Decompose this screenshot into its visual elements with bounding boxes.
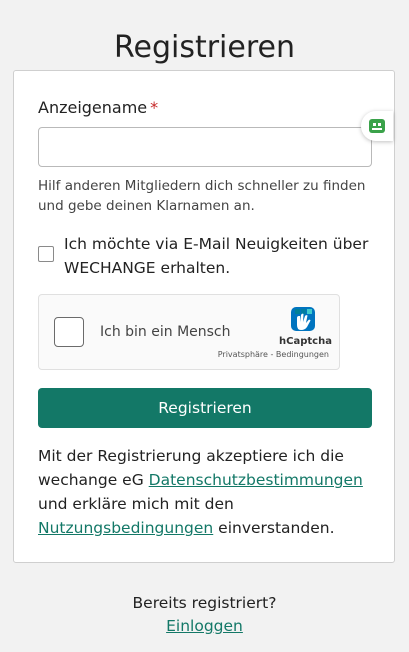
captcha-links[interactable]: Privatsphäre - Bedingungen: [218, 350, 329, 359]
captcha-brand: hCaptcha: [279, 336, 332, 347]
terms-text-part-3: einverstanden.: [213, 519, 335, 537]
captcha-label: Ich bin ein Mensch: [100, 324, 231, 340]
password-manager-button[interactable]: [361, 111, 393, 141]
login-link[interactable]: Einloggen: [166, 617, 243, 635]
newsletter-checkbox[interactable]: [38, 246, 54, 262]
terms-text: Mit der Registrierung akzeptiere ich die…: [38, 444, 383, 540]
terms-of-use-link[interactable]: Nutzungsbedingungen: [38, 519, 213, 537]
terms-text-part-2: und erkläre mich mit den: [38, 495, 234, 513]
page-title: Registrieren: [114, 30, 295, 66]
display-name-label: Anzeigename *: [38, 96, 158, 120]
password-manager-icon: [369, 119, 385, 133]
registration-page: Registrieren Anzeigename * Hilf anderen M…: [0, 0, 409, 652]
register-button[interactable]: Registrieren: [38, 388, 372, 428]
privacy-policy-link[interactable]: Datenschutzbestimmungen: [149, 471, 363, 489]
hcaptcha-logo-icon: [291, 307, 315, 331]
already-registered-text: Bereits registriert?: [132, 594, 277, 612]
required-marker: *: [150, 98, 159, 117]
newsletter-option[interactable]: Ich möchte via E-Mail Neuigkeiten über W…: [38, 232, 378, 280]
display-name-label-text: Anzeigename: [38, 98, 148, 117]
display-name-help-text: Hilf anderen Mitgliedern dich schneller …: [38, 178, 366, 214]
newsletter-label[interactable]: Ich möchte via E-Mail Neuigkeiten über W…: [64, 232, 378, 280]
hcaptcha-widget: Ich bin ein Mensch hCaptcha Privatsphäre…: [38, 294, 340, 370]
display-name-input[interactable]: [38, 127, 372, 167]
captcha-checkbox[interactable]: [54, 317, 84, 347]
